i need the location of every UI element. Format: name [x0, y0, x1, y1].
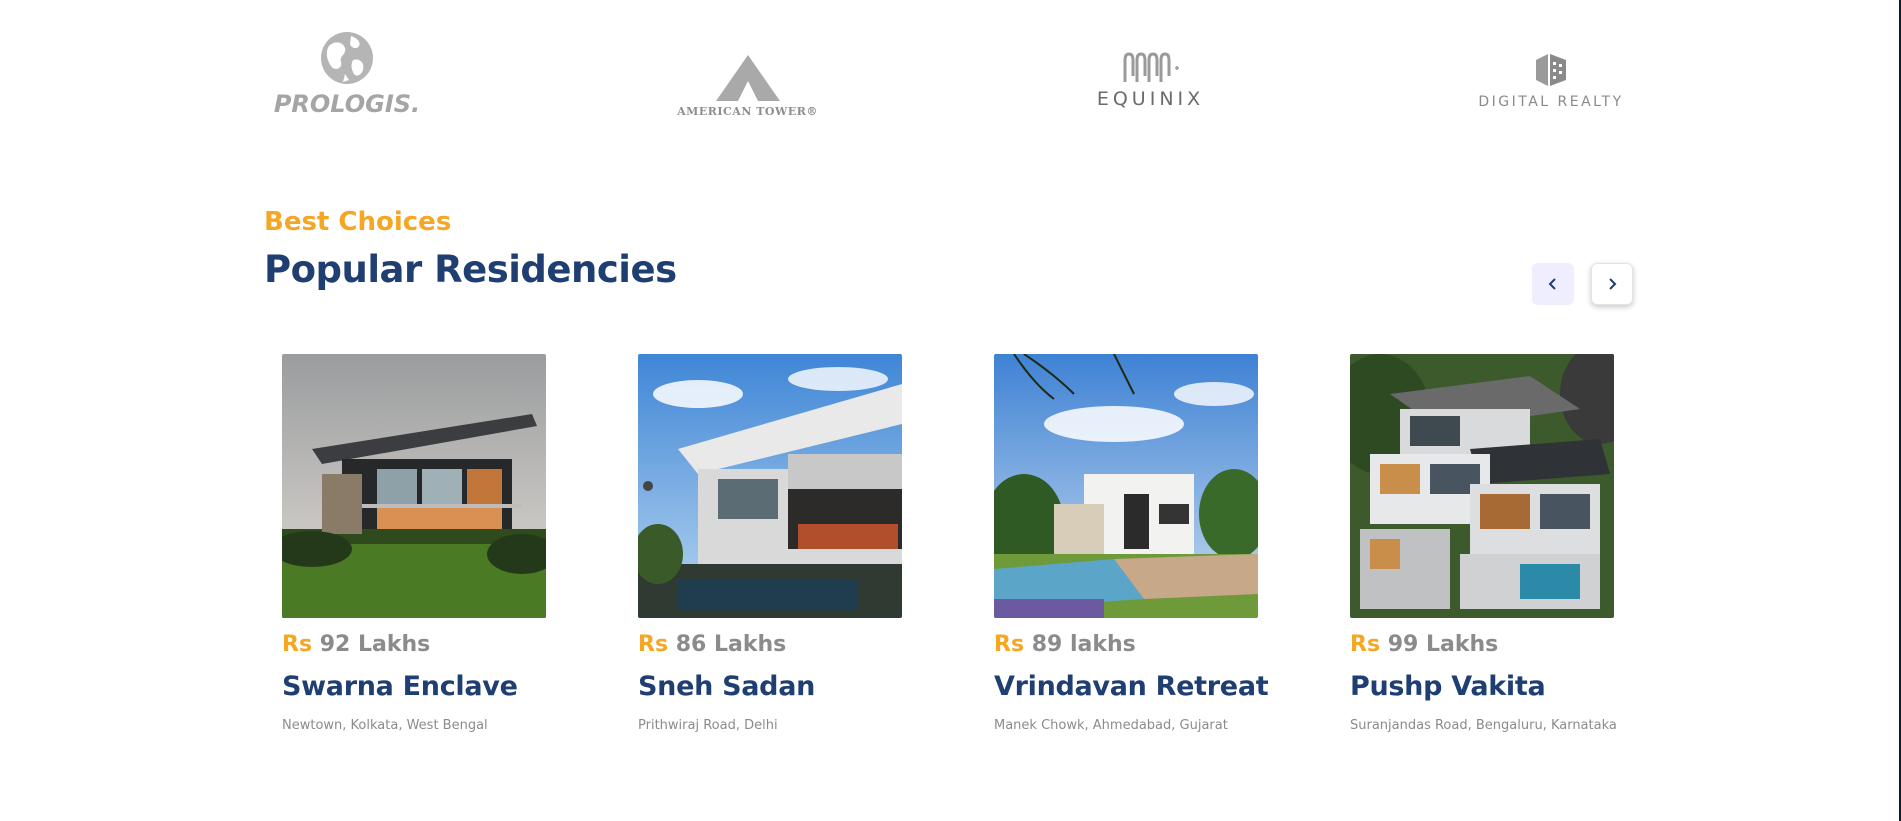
residency-price: Rs 86 Lakhs: [638, 632, 908, 657]
price-value: 99 Lakhs: [1380, 632, 1499, 657]
price-value: 86 Lakhs: [668, 632, 787, 657]
equinix-bars-icon: [1123, 52, 1179, 82]
residency-image: [1350, 354, 1614, 618]
prologis-logo-text: PROLOGIS.: [273, 90, 421, 118]
residency-address: Prithwiraj Road, Delhi: [638, 718, 778, 733]
residency-address: Manek Chowk, Ahmedabad, Gujarat: [994, 718, 1228, 733]
prologis-logo: PROLOGIS.: [262, 18, 432, 118]
price-value: 89 lakhs: [1024, 632, 1136, 657]
residency-price: Rs 92 Lakhs: [282, 632, 552, 657]
digital-realty-logo-text: DIGITAL REALTY: [1478, 94, 1624, 110]
cube-icon: [1536, 54, 1566, 86]
currency-label: Rs: [1350, 632, 1381, 657]
residency-image: [994, 354, 1258, 618]
price-value: 92 Lakhs: [312, 632, 431, 657]
residency-image: [282, 354, 546, 618]
residency-price: Rs 99 Lakhs: [1350, 632, 1620, 657]
partner-logos: PROLOGIS. AMERICAN TOWER® EQUINIX DIGITA…: [0, 0, 1901, 130]
residency-name: Vrindavan Retreat: [994, 671, 1269, 702]
tower-triangle-icon: [715, 55, 780, 101]
residency-name: Swarna Enclave: [282, 671, 518, 702]
residency-card[interactable]: Rs 92 Lakhs Swarna Enclave Newtown, Kolk…: [282, 354, 552, 733]
equinix-logo-text: EQUINIX: [1096, 88, 1205, 110]
section-subtitle: Best Choices: [264, 207, 452, 237]
residency-name: Pushp Vakita: [1350, 671, 1546, 702]
currency-label: Rs: [282, 632, 313, 657]
globe-icon: [321, 32, 373, 84]
residency-price: Rs 89 lakhs: [994, 632, 1264, 657]
equinix-logo: EQUINIX: [1078, 40, 1223, 110]
residency-address: Suranjandas Road, Bengaluru, Karnataka: [1350, 718, 1617, 733]
residency-image: [638, 354, 902, 618]
american-tower-logo-text: AMERICAN TOWER®: [677, 105, 818, 118]
currency-label: Rs: [638, 632, 669, 657]
chevron-right-icon: [1609, 278, 1617, 290]
slider-prev-button[interactable]: [1532, 263, 1574, 305]
residency-card[interactable]: Rs 86 Lakhs Sneh Sadan Prithwiraj Road, …: [638, 354, 908, 733]
digital-realty-logo: DIGITAL REALTY: [1466, 45, 1636, 110]
residency-address: Newtown, Kolkata, West Bengal: [282, 718, 488, 733]
slider-next-button[interactable]: [1591, 263, 1633, 305]
currency-label: Rs: [994, 632, 1025, 657]
american-tower-logo: AMERICAN TOWER®: [660, 38, 835, 118]
residency-name: Sneh Sadan: [638, 671, 816, 702]
residency-card[interactable]: Rs 89 lakhs Vrindavan Retreat Manek Chow…: [994, 354, 1269, 733]
section-title: Popular Residencies: [264, 248, 677, 291]
chevron-left-icon: [1548, 278, 1556, 290]
residency-card[interactable]: Rs 99 Lakhs Pushp Vakita Suranjandas Roa…: [1350, 354, 1620, 733]
